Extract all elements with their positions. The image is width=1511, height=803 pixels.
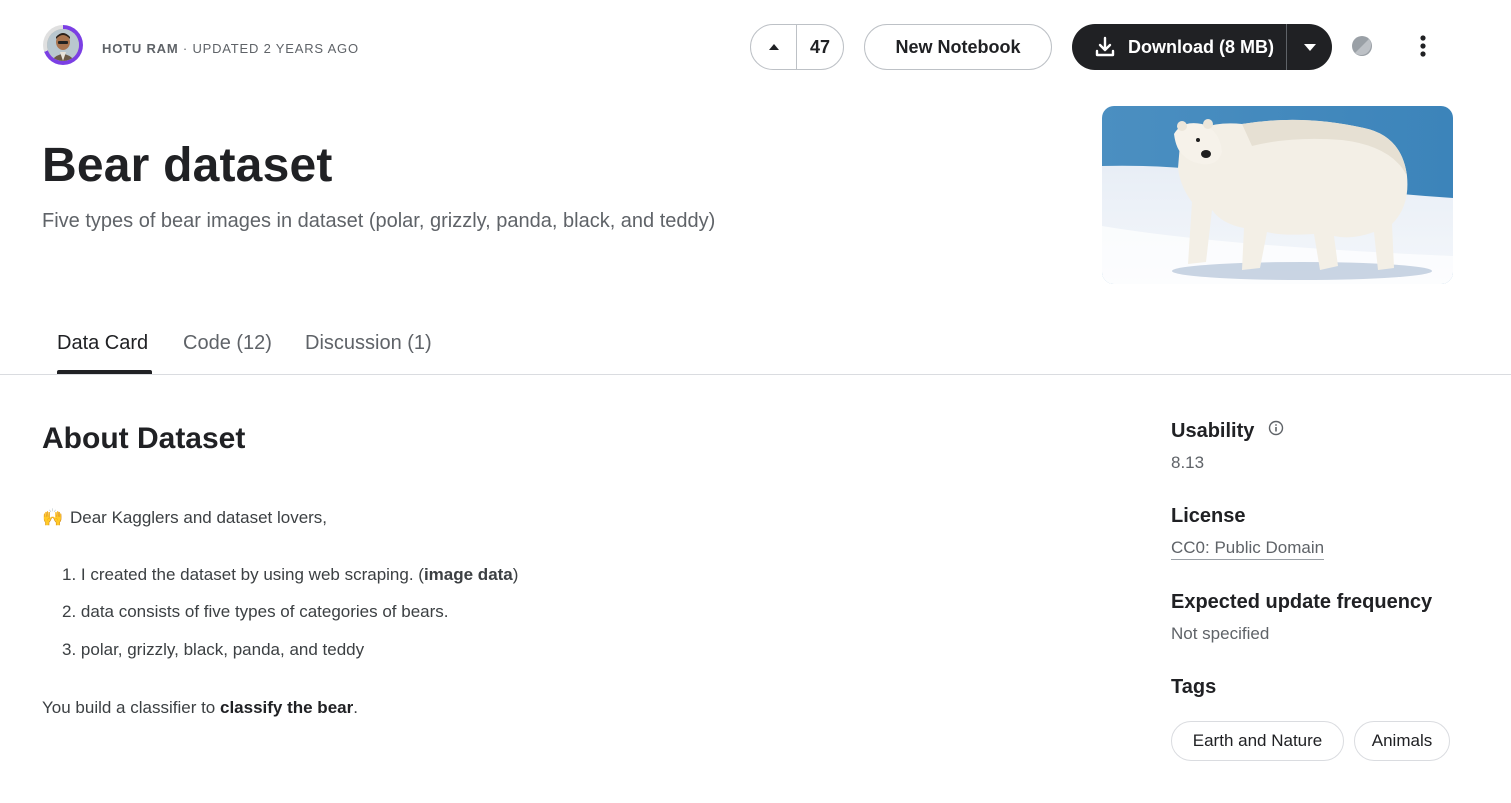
list-item: 2. data consists of five types of catego… <box>62 602 449 622</box>
license-link[interactable]: CC0: Public Domain <box>1171 538 1325 560</box>
info-icon[interactable] <box>1268 420 1284 436</box>
download-button-group: Download (8 MB) <box>1072 24 1332 70</box>
list-text-suffix: ) <box>512 565 519 584</box>
usability-score: 8.13 <box>1171 453 1205 472</box>
more-vert-icon <box>1420 35 1426 57</box>
upvote-button[interactable] <box>751 25 797 69</box>
contrast-icon <box>1352 36 1372 56</box>
list-text: data consists of five types of categorie… <box>80 602 449 621</box>
usability-heading: Usability <box>1171 420 1284 443</box>
dataset-cover-image <box>1102 106 1453 284</box>
author-name[interactable]: HOTU RAM <box>102 41 178 56</box>
closing-line: You build a classifier to classify the b… <box>42 698 358 718</box>
list-number: 1. <box>62 565 77 584</box>
download-button[interactable]: Download (8 MB) <box>1072 24 1286 70</box>
dataset-tabs: Data Card Code (12) Discussion (1) <box>0 320 1511 375</box>
byline-separator: · <box>182 41 189 56</box>
download-label: Download (8 MB) <box>1128 36 1274 57</box>
list-item: 3. polar, grizzly, black, panda, and ted… <box>62 640 364 660</box>
avatar-photo <box>47 29 79 61</box>
author-byline: HOTU RAM · UPDATED 2 YEARS AGO <box>102 41 359 56</box>
list-bold-text: image data <box>423 565 513 584</box>
download-options-button[interactable] <box>1287 24 1332 70</box>
greeting-line: 🙌 Dear Kagglers and dataset lovers, <box>42 508 327 528</box>
usability-label: Usability <box>1171 420 1255 442</box>
vote-count: 47 <box>809 36 831 57</box>
chevron-down-icon <box>1303 43 1316 51</box>
dataset-subtitle: Five types of bear images in dataset (po… <box>42 210 716 232</box>
caret-up-icon <box>768 44 779 50</box>
list-number: 3. <box>62 640 77 659</box>
update-frequency-value: Not specified <box>1171 624 1270 643</box>
tag-chip[interactable]: Earth and Nature <box>1171 721 1344 761</box>
tab-data-card[interactable]: Data Card <box>57 332 148 355</box>
list-text: I created the dataset by using web scrap… <box>80 565 424 584</box>
more-options-button[interactable] <box>1405 28 1441 64</box>
about-heading: About Dataset <box>42 422 246 455</box>
tag-chip[interactable]: Animals <box>1354 721 1450 761</box>
tab-code[interactable]: Code (12) <box>183 332 272 355</box>
update-frequency-heading: Expected update frequency <box>1171 591 1433 613</box>
list-text: polar, grizzly, black, panda, and teddy <box>80 640 365 659</box>
greeting-text: Dear Kagglers and dataset lovers, <box>70 508 328 527</box>
closing-suffix: . <box>353 698 358 717</box>
author-avatar[interactable] <box>43 25 83 65</box>
theme-toggle-button[interactable] <box>1344 28 1380 64</box>
license-heading: License <box>1171 505 1246 527</box>
top-bar: HOTU RAM · UPDATED 2 YEARS AGO 47 New No… <box>0 0 1511 94</box>
raising-hands-icon: 🙌 <box>42 508 64 527</box>
upvote-widget: 47 <box>750 24 844 70</box>
active-tab-indicator <box>57 370 152 374</box>
list-number: 2. <box>62 602 77 621</box>
tab-discussion[interactable]: Discussion (1) <box>305 332 432 355</box>
tags-heading: Tags <box>1171 676 1217 698</box>
new-notebook-button[interactable]: New Notebook <box>864 24 1052 70</box>
closing-bold: classify the bear <box>219 698 354 717</box>
updated-time: UPDATED 2 YEARS AGO <box>192 41 359 56</box>
list-item: 1. I created the dataset by using web sc… <box>62 565 518 585</box>
closing-prefix: You build a classifier to <box>42 698 220 717</box>
dataset-title: Bear dataset <box>42 139 333 192</box>
download-icon <box>1095 36 1115 57</box>
